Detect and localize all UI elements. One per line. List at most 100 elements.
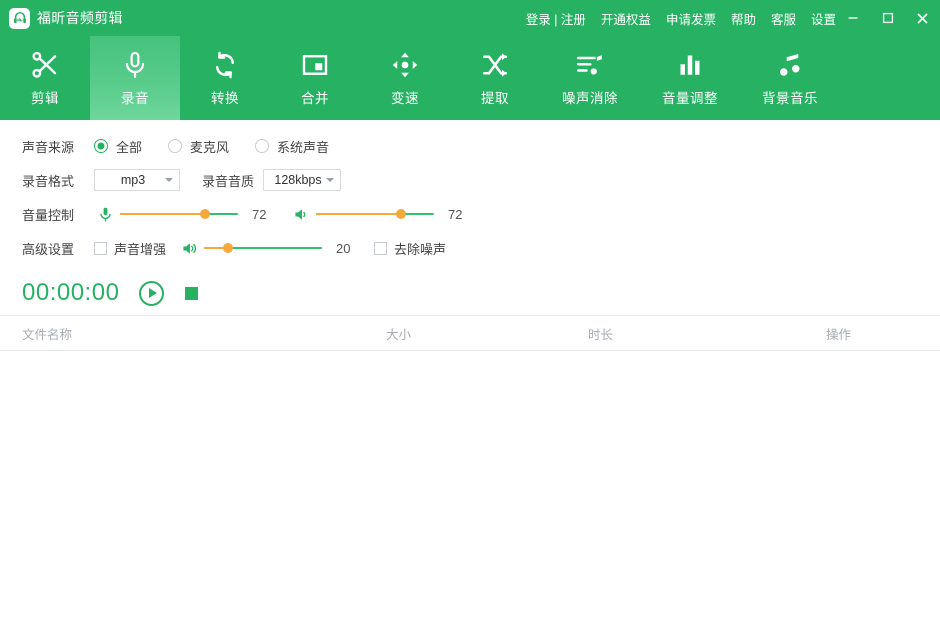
tab-speed[interactable]: 变速 [360,36,450,120]
tab-speed-label: 变速 [391,87,419,107]
boost-slider-knob[interactable] [223,243,233,253]
convert-icon [210,50,240,80]
close-icon[interactable] [908,3,938,33]
stop-square-icon[interactable] [185,287,198,300]
quality-select-value: 128kbps [274,173,321,187]
main-toolbar: 剪辑 录音 转换 [0,36,940,120]
record-timer: 00:00:00 [22,279,119,307]
tab-record[interactable]: 录音 [90,36,180,120]
checkbox-icon [94,242,107,255]
tab-convert-label: 转换 [211,87,239,107]
app-window: 福昕音频剪辑 登录 | 注册 开通权益 申请发票 帮助 客服 设置 [0,0,940,620]
menu-customer-service[interactable]: 客服 [771,9,796,28]
volume-control-label: 音量控制 [22,205,94,224]
radio-microphone-icon [168,139,182,153]
speaker-wave-icon [178,240,200,257]
col-actions: 操作 [826,324,851,343]
tab-volume[interactable]: 音量调整 [640,36,740,120]
sound-source-row: 声音来源 全部 麦克风 系统声音 [0,129,940,163]
col-duration: 时长 [588,324,613,343]
radio-all-icon [94,139,108,153]
chevron-down-icon [326,178,334,182]
play-triangle [149,288,157,298]
speaker-slider-track [316,213,434,216]
shuffle-icon [480,50,510,80]
col-filename: 文件名称 [22,324,72,343]
menu-settings[interactable]: 设置 [811,9,836,28]
boost-level-value: 20 [336,241,360,256]
file-list-header: 文件名称 大小 时长 操作 [0,316,940,351]
chevron-down-icon [165,178,173,182]
music-note-icon [775,50,805,80]
tab-denoise-label: 噪声消除 [562,87,618,107]
record-quality-label: 录音音质 [202,171,254,190]
denoise-label: 去除噪声 [394,239,446,258]
record-settings-panel: 声音来源 全部 麦克风 系统声音 录音格式 mp3 录音音质 12 [0,120,940,315]
denoise-checkbox[interactable]: 去除噪声 [374,239,446,258]
tab-merge-label: 合并 [301,87,329,107]
tab-convert[interactable]: 转换 [180,36,270,120]
mic-slider-track [120,213,238,216]
maximize-icon[interactable] [873,3,903,33]
tab-bgm-label: 背景音乐 [762,87,818,107]
mic-volume-slider[interactable] [120,207,238,221]
record-format-label: 录音格式 [22,171,94,190]
tab-clip-label: 剪辑 [31,87,59,107]
speaker-slider-fill [316,213,401,216]
mic-slider-fill [120,213,205,216]
advanced-settings-row: 高级设置 声音增强 [0,231,940,265]
scissors-icon [30,50,60,80]
format-select-value: mp3 [121,173,145,187]
boost-level-slider[interactable] [204,241,322,255]
radio-system-sound-icon [255,139,269,153]
radio-option-all[interactable]: 全部 [94,137,142,156]
noise-list-icon [575,50,605,80]
col-size: 大小 [386,324,411,343]
microphone-icon [94,206,116,223]
app-logo: 福昕音频剪辑 [0,8,123,29]
tab-extract[interactable]: 提取 [450,36,540,120]
transport-row: 00:00:00 [0,271,940,315]
sound-boost-checkbox[interactable]: 声音增强 [94,239,166,258]
radio-option-system-sound[interactable]: 系统声音 [255,137,329,156]
tab-extract-label: 提取 [481,87,509,107]
title-menu: 登录 | 注册 开通权益 申请发票 帮助 客服 设置 [526,0,836,36]
mic-volume-value: 72 [252,207,276,222]
bars-icon [675,50,705,80]
radio-microphone-label: 麦克风 [190,137,229,156]
play-circle-icon[interactable] [139,281,164,306]
microphone-icon [120,50,150,80]
radio-option-microphone[interactable]: 麦克风 [168,137,229,156]
checkbox-icon [374,242,387,255]
volume-control-row: 音量控制 72 [0,197,940,231]
speaker-volume-value: 72 [448,207,472,222]
format-select[interactable]: mp3 [94,169,180,191]
merge-icon [300,50,330,80]
tab-record-label: 录音 [121,87,149,107]
menu-help[interactable]: 帮助 [731,9,756,28]
speaker-icon [290,206,312,223]
sound-boost-label: 声音增强 [114,239,166,258]
menu-open-benefits[interactable]: 开通权益 [601,9,651,28]
title-bar: 福昕音频剪辑 登录 | 注册 开通权益 申请发票 帮助 客服 设置 [0,0,940,36]
tab-bgm[interactable]: 背景音乐 [740,36,840,120]
radio-all-label: 全部 [116,137,142,156]
speaker-slider-knob[interactable] [396,209,406,219]
menu-request-invoice[interactable]: 申请发票 [666,9,716,28]
radio-system-sound-label: 系统声音 [277,137,329,156]
quality-select[interactable]: 128kbps [263,169,341,191]
file-list-body[interactable] [0,351,940,620]
tab-denoise[interactable]: 噪声消除 [540,36,640,120]
tab-merge[interactable]: 合并 [270,36,360,120]
file-list-area: 文件名称 大小 时长 操作 [0,315,940,620]
advanced-settings-label: 高级设置 [22,239,94,258]
menu-login-register[interactable]: 登录 | 注册 [526,9,586,28]
speaker-volume-slider[interactable] [316,207,434,221]
headphone-waveform-icon [9,8,30,29]
mic-volume-group: 72 [94,206,276,223]
boost-slider-group: 20 [178,240,360,257]
speed-icon [390,50,420,80]
minimize-icon[interactable] [838,3,868,33]
tab-clip[interactable]: 剪辑 [0,36,90,120]
mic-slider-knob[interactable] [200,209,210,219]
